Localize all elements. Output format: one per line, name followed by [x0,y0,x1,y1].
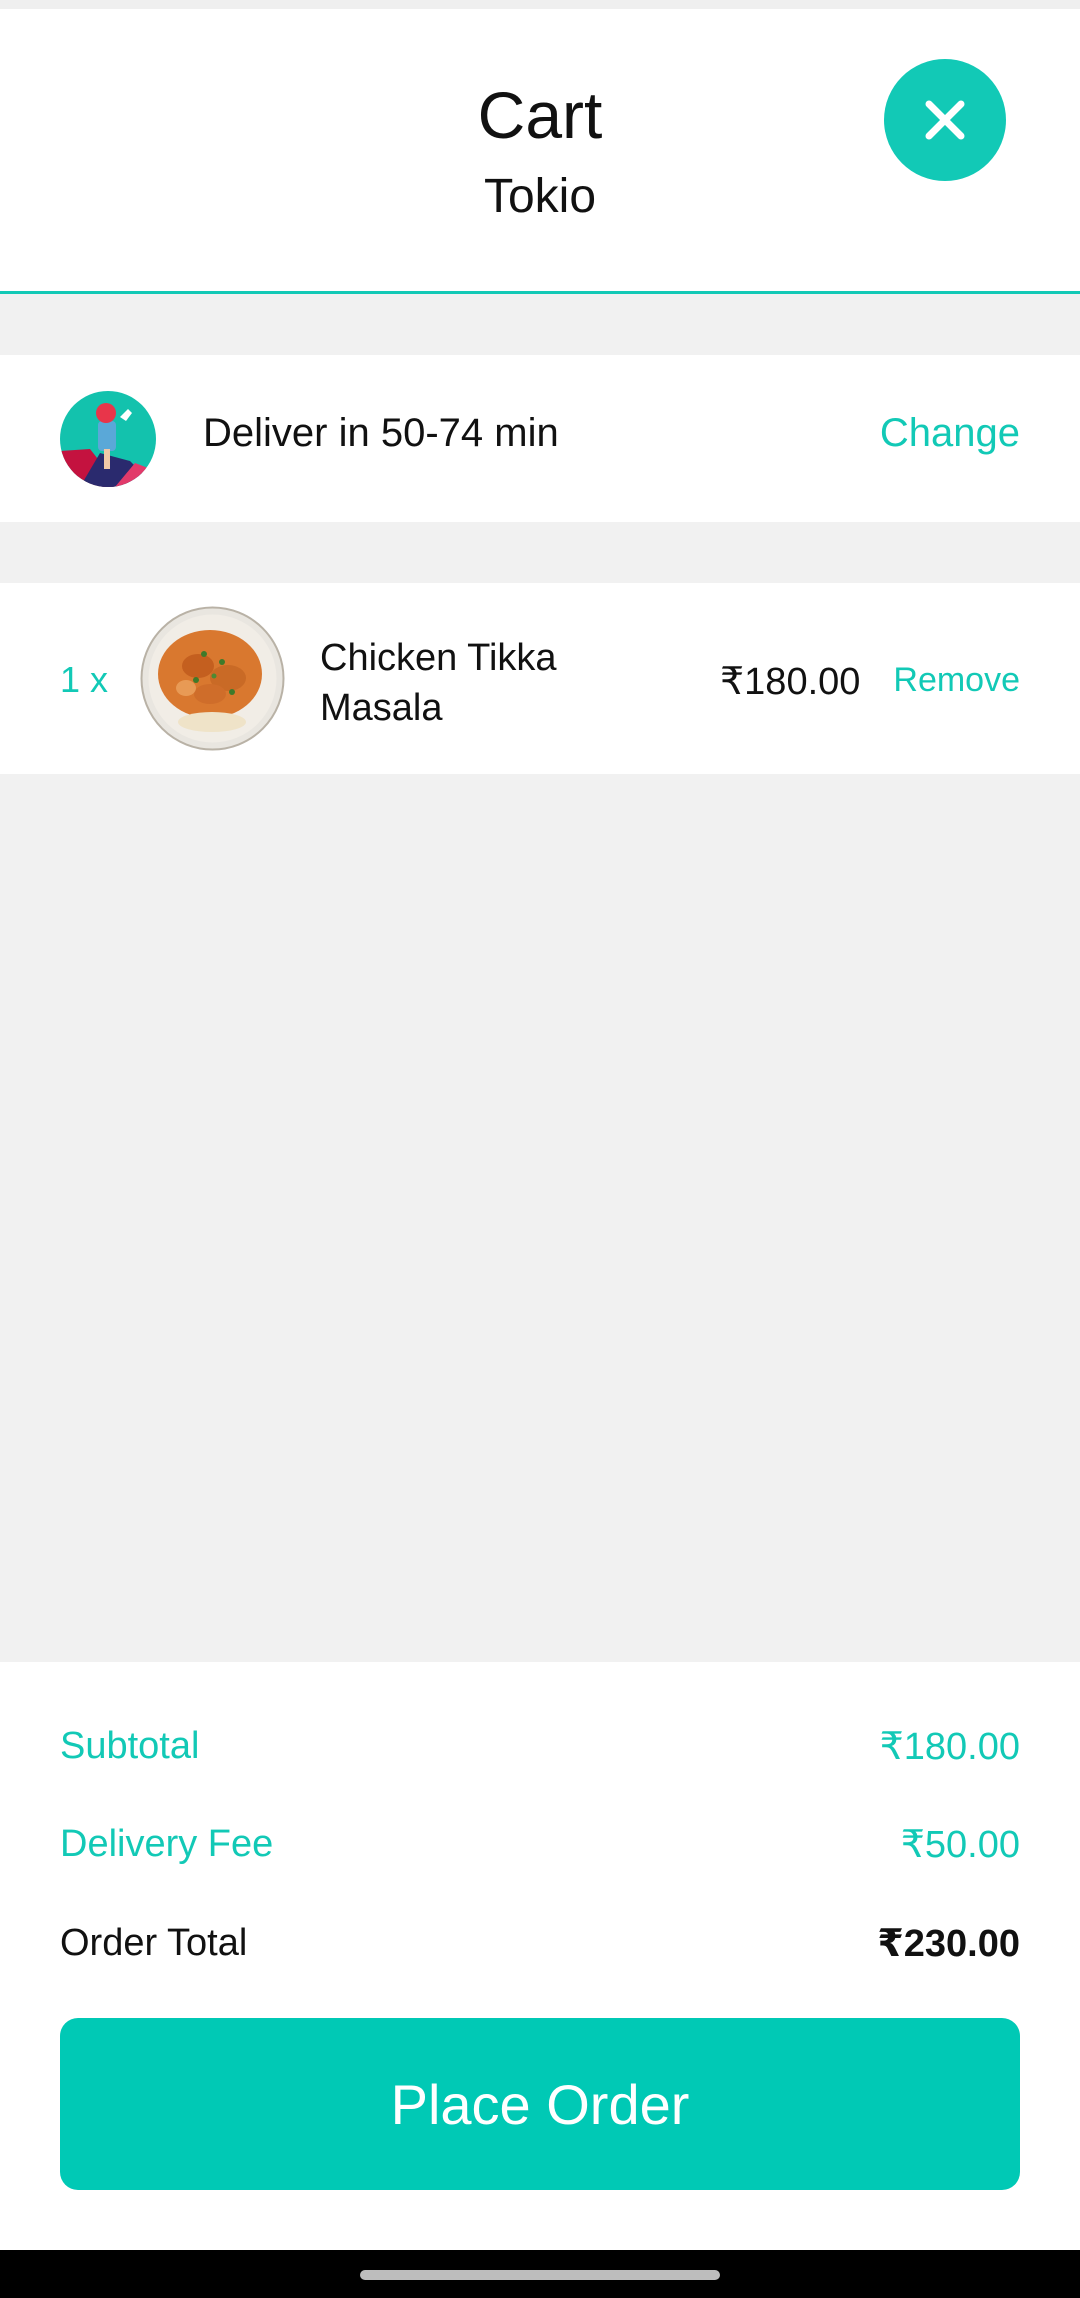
cart-item-row: 1 x Chicken Tikka Masala ₹180.00 Remove [0,583,1080,774]
delivery-fee-value: ₹50.00 [900,1824,1020,1866]
place-order-button[interactable]: Place Order [60,2018,1020,2190]
order-total-row: Order Total ₹230.00 [60,1921,1020,1966]
item-name: Chicken Tikka Masala [320,637,557,729]
delivery-fee-label: Delivery Fee [60,1823,274,1865]
cart-header: Cart Tokio [0,9,1080,294]
item-quantity[interactable]: 1 x [60,659,108,701]
close-button[interactable] [884,59,1006,181]
subtotal-value: ₹180.00 [879,1726,1020,1768]
order-summary: Subtotal ₹180.00 Delivery Fee ₹50.00 Ord… [0,1662,1080,2250]
remove-item-button[interactable]: Remove [893,661,1020,700]
order-total-label: Order Total [60,1922,248,1964]
restaurant-name: Tokio [483,170,597,223]
change-delivery-button[interactable]: Change [880,411,1020,456]
order-total-value: ₹230.00 [877,1923,1020,1965]
home-gesture-handle[interactable] [360,2270,720,2280]
delivery-time-row: Deliver in 50-74 min Change [0,355,1080,522]
close-icon [925,100,965,140]
item-price: ₹180.00 [720,661,861,703]
food-image [140,606,285,751]
system-navigation-bar [0,2250,1080,2298]
delivery-rider-icon [60,391,156,487]
cart-screen: Cart Tokio Deliver in 50-74 min Change 1… [0,0,1080,2298]
subtotal-row: Subtotal ₹180.00 [60,1724,1020,1769]
delivery-time-text: Deliver in 50-74 min [203,411,559,455]
delivery-fee-row: Delivery Fee ₹50.00 [60,1822,1020,1867]
subtotal-label: Subtotal [60,1725,200,1767]
status-bar-strip [0,0,1080,9]
